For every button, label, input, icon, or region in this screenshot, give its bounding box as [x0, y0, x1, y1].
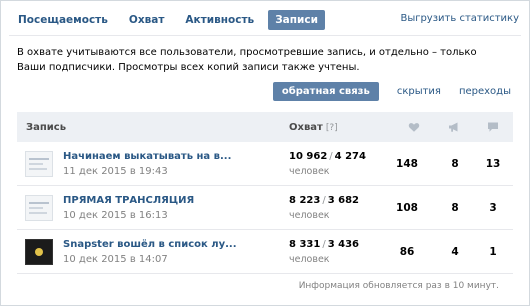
post-thumbnail[interactable] — [25, 239, 53, 265]
reach-value: 10 962/4 274 — [289, 151, 366, 162]
tab-posts[interactable]: Записи — [268, 10, 325, 30]
post-thumbnail[interactable] — [25, 195, 53, 221]
shares-count: 8 — [451, 158, 459, 170]
update-note: Информация обновляется раз в 10 минут. — [298, 281, 499, 291]
tab-reach[interactable]: Охват — [122, 10, 172, 30]
reach-unit: человек — [289, 254, 330, 265]
column-header-reach-label: Охват — [289, 121, 323, 133]
post-title-link[interactable]: Snapster вошёл в список лу... — [63, 239, 237, 250]
reach-hint-link[interactable]: [?] — [326, 123, 338, 133]
post-title-link[interactable]: Начинаем выкатывать на в... — [63, 151, 231, 162]
post-date[interactable]: 10 дек 2015 в 14:07 — [63, 254, 168, 265]
filter-hides-link[interactable]: скрытия — [397, 86, 441, 97]
info-text: В охвате учитываются все пользователи, п… — [17, 47, 477, 73]
column-header-post[interactable]: Запись — [26, 122, 66, 133]
reach-total: 8 331 — [289, 239, 321, 250]
tab-activity[interactable]: Активность — [178, 10, 261, 30]
likes-count: 86 — [399, 246, 415, 258]
comments-count: 3 — [489, 202, 497, 214]
reach-total: 10 962 — [289, 151, 328, 162]
comments-count: 13 — [485, 158, 501, 170]
shares-count: 4 — [451, 246, 459, 258]
post-date[interactable]: 11 дек 2015 в 19:43 — [63, 166, 168, 177]
table-row[interactable]: Snapster вошёл в список лу... 10 дек 201… — [17, 230, 513, 274]
stats-panel: Посещаемость Охват Активность Записи Выг… — [0, 0, 530, 306]
likes-count: 108 — [396, 202, 418, 214]
table-row[interactable]: ПРЯМАЯ ТРАНСЛЯЦИЯ 10 дек 2015 в 16:13 8 … — [17, 186, 513, 230]
reach-unit: человек — [289, 166, 330, 177]
export-stats-link[interactable]: Выгрузить статистику — [400, 13, 519, 24]
filter-feedback-button[interactable]: обратная связь — [272, 82, 379, 101]
comment-icon[interactable] — [487, 121, 499, 133]
megaphone-icon[interactable] — [448, 121, 460, 133]
column-header-reach[interactable]: Охват [?] — [289, 122, 338, 133]
table-header: Запись Охват [?] — [17, 112, 513, 142]
reach-unit: человек — [289, 210, 330, 221]
posts-table: Запись Охват [?] Начинаем выкатывать на в… — [17, 112, 513, 274]
post-title-link[interactable]: ПРЯМАЯ ТРАНСЛЯЦИЯ — [63, 195, 194, 206]
table-row[interactable]: Начинаем выкатывать на в... 11 дек 2015 … — [17, 142, 513, 186]
tabs-divider — [9, 35, 521, 36]
shares-count: 8 — [451, 202, 459, 214]
reach-subscribers: 3 436 — [327, 239, 360, 250]
filter-bar: обратная связь скрытия переходы — [272, 82, 511, 101]
reach-subscribers: 4 274 — [334, 151, 366, 162]
post-date[interactable]: 10 дек 2015 в 16:13 — [63, 210, 168, 221]
likes-count: 148 — [396, 158, 418, 170]
filter-clicks-link[interactable]: переходы — [459, 86, 511, 97]
heart-icon[interactable] — [408, 121, 420, 133]
post-thumbnail[interactable] — [25, 151, 53, 177]
reach-value: 8 331/3 436 — [289, 239, 360, 250]
reach-total: 8 223 — [289, 195, 321, 206]
reach-value: 8 223/3 682 — [289, 195, 360, 206]
tab-attendance[interactable]: Посещаемость — [11, 10, 115, 30]
reach-subscribers: 3 682 — [327, 195, 360, 206]
stats-tabs: Посещаемость Охват Активность Записи — [11, 9, 332, 31]
comments-count: 1 — [489, 246, 497, 258]
